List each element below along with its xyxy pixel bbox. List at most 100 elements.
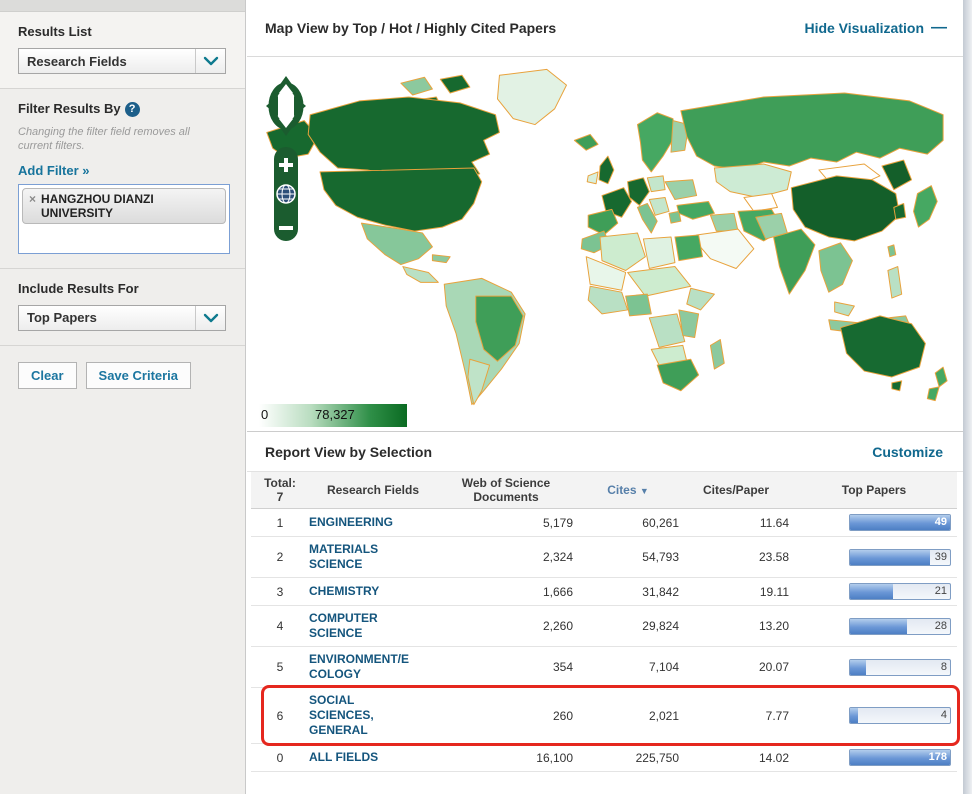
row-docs: 1,666: [437, 585, 575, 599]
customize-link[interactable]: Customize: [872, 444, 943, 460]
top-papers-value: 21: [935, 585, 947, 597]
row-rank: 2: [251, 550, 309, 564]
col-cites-sort[interactable]: Cites ▼: [575, 483, 681, 497]
row-cites: 54,793: [575, 550, 681, 564]
row-bar-cell: 4: [791, 707, 957, 724]
row-docs: 2,324: [437, 550, 575, 564]
vertical-scrollbar[interactable]: [963, 0, 972, 794]
research-field-link[interactable]: COMPUTER SCIENCE: [309, 611, 409, 641]
row-bar-cell: 8: [791, 659, 957, 676]
hide-visualization-text: Hide Visualization: [804, 20, 924, 36]
row-cites: 225,750: [575, 751, 681, 765]
col-research-fields: Research Fields: [309, 483, 437, 497]
table-row: 4 COMPUTER SCIENCE 2,260 29,824 13.20 28: [251, 606, 957, 647]
row-cites: 29,824: [575, 619, 681, 633]
table-row: 0 ALL FIELDS 16,100 225,750 14.02 178: [251, 744, 957, 772]
col-total-line2: 7: [251, 490, 309, 504]
top-papers-bar: 49: [849, 514, 951, 531]
top-papers-value: 178: [929, 751, 947, 763]
research-field-link[interactable]: SOCIAL SCIENCES, GENERAL: [309, 693, 409, 738]
row-docs: 260: [437, 709, 575, 723]
save-criteria-button[interactable]: Save Criteria: [86, 362, 192, 389]
results-list-dropdown-value: Research Fields: [19, 54, 195, 69]
top-papers-bar: 21: [849, 583, 951, 600]
row-rank: 6: [251, 709, 309, 723]
results-list-label: Results List: [18, 24, 227, 39]
remove-filter-icon[interactable]: ×: [29, 192, 36, 206]
filter-results-by-text: Filter Results By: [18, 101, 121, 116]
research-field-link[interactable]: ALL FIELDS: [309, 750, 409, 765]
row-docs: 16,100: [437, 751, 575, 765]
legend-max-value: 78,327: [315, 407, 355, 422]
row-cites-per-paper: 14.02: [681, 751, 791, 765]
map-area: 0 78,327: [247, 57, 963, 432]
row-cites: 31,842: [575, 585, 681, 599]
row-rank: 0: [251, 751, 309, 765]
row-cites-per-paper: 11.64: [681, 516, 791, 530]
results-list-section: Results List Research Fields: [0, 12, 245, 89]
row-rank: 1: [251, 516, 309, 530]
top-papers-bar: 39: [849, 549, 951, 566]
col-wos-line2: Documents: [437, 490, 575, 504]
include-results-dropdown[interactable]: Top Papers: [18, 305, 226, 331]
filter-note: Changing the filter field removes all cu…: [18, 126, 227, 154]
table-row: 1 ENGINEERING 5,179 60,261 11.64 49: [251, 509, 957, 537]
map-pan-control[interactable]: [263, 75, 309, 137]
report-view-title: Report View by Selection: [265, 444, 432, 460]
row-bar-cell: 28: [791, 618, 957, 635]
hide-visualization-link[interactable]: Hide Visualization —: [804, 20, 947, 36]
globe-icon: [277, 185, 295, 203]
research-field-link[interactable]: MATERIALS SCIENCE: [309, 542, 409, 572]
row-cites-per-paper: 20.07: [681, 660, 791, 674]
filter-tag[interactable]: × HANGZHOU DIANZI UNIVERSITY: [22, 188, 226, 225]
filter-results-by-label: Filter Results By?: [18, 101, 227, 117]
top-papers-bar: 28: [849, 618, 951, 635]
top-papers-value: 8: [941, 661, 947, 673]
top-papers-bar: 4: [849, 707, 951, 724]
top-papers-bar-fill: [850, 708, 858, 723]
col-wos-line1: Web of Science: [437, 476, 575, 490]
sidebar: Results List Research Fields Filter Resu…: [0, 0, 246, 794]
row-bar-cell: 21: [791, 583, 957, 600]
collapse-minus-icon: —: [931, 23, 947, 33]
row-cites: 7,104: [575, 660, 681, 674]
row-cites: 60,261: [575, 516, 681, 530]
table-row: 5 ENVIRONMENT/ECOLOGY 354 7,104 20.07 8: [251, 647, 957, 688]
world-map-choropleth[interactable]: [251, 61, 951, 409]
top-papers-value: 4: [941, 709, 947, 721]
row-docs: 5,179: [437, 516, 575, 530]
row-cites: 2,021: [575, 709, 681, 723]
row-bar-cell: 49: [791, 514, 957, 531]
research-field-link[interactable]: ENGINEERING: [309, 515, 409, 530]
map-view-title: Map View by Top / Hot / Highly Cited Pap…: [265, 20, 556, 36]
map-zoom-control[interactable]: [273, 146, 299, 242]
add-filter-link[interactable]: Add Filter »: [18, 163, 90, 178]
top-papers-bar-fill: [850, 660, 866, 675]
clear-button[interactable]: Clear: [18, 362, 77, 389]
col-wos-documents: Web of Science Documents: [437, 476, 575, 505]
col-total-line1: Total:: [251, 476, 309, 490]
row-rank: 3: [251, 585, 309, 599]
research-field-link[interactable]: CHEMISTRY: [309, 584, 409, 599]
row-cites-per-paper: 19.11: [681, 585, 791, 599]
top-papers-bar-fill: [850, 584, 893, 599]
top-papers-value: 39: [935, 551, 947, 563]
report-view-header: Report View by Selection Customize: [247, 432, 963, 472]
col-cites-label: Cites: [607, 483, 636, 497]
row-cites-per-paper: 7.77: [681, 709, 791, 723]
row-rank: 5: [251, 660, 309, 674]
col-cites-per-paper: Cites/Paper: [681, 483, 791, 497]
col-top-papers: Top Papers: [791, 483, 957, 497]
row-cites-per-paper: 13.20: [681, 619, 791, 633]
map-controls: [263, 75, 309, 247]
research-field-link[interactable]: ENVIRONMENT/ECOLOGY: [309, 652, 409, 682]
help-icon[interactable]: ?: [125, 102, 140, 117]
top-papers-value: 49: [935, 516, 947, 528]
sort-desc-icon: ▼: [640, 486, 649, 496]
top-papers-bar: 178: [849, 749, 951, 766]
legend-min-value: 0: [261, 407, 268, 422]
filter-box[interactable]: × HANGZHOU DIANZI UNIVERSITY: [18, 184, 230, 254]
results-list-dropdown[interactable]: Research Fields: [18, 48, 226, 74]
chevron-down-icon: [195, 306, 225, 330]
report-table: Total: 7 Research Fields Web of Science …: [251, 472, 957, 772]
